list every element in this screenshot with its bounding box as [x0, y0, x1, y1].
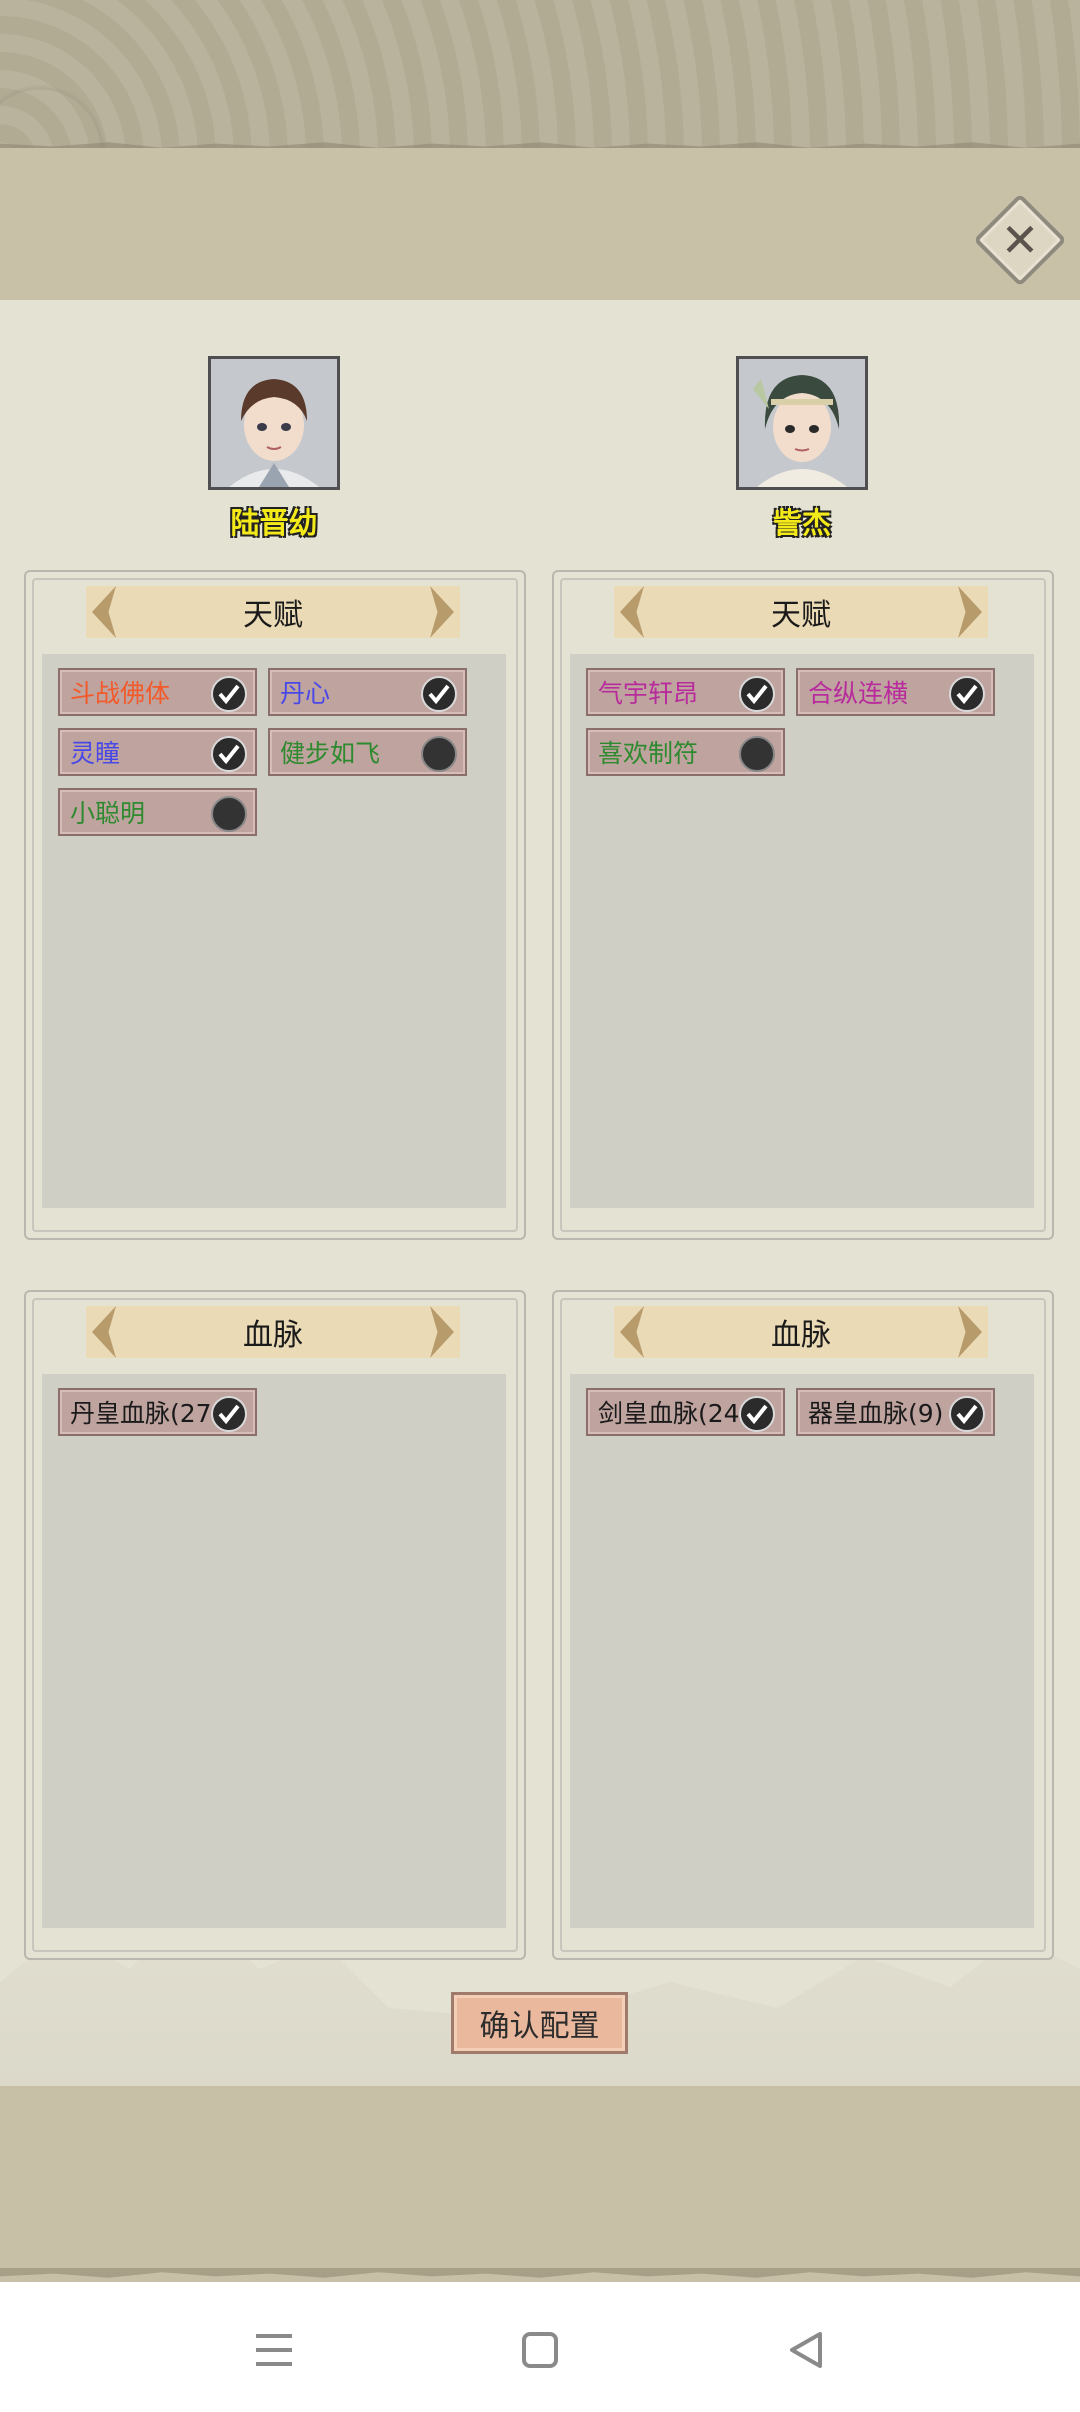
unchecked-icon[interactable]: [211, 796, 247, 832]
talent-label: 灵瞳: [70, 739, 121, 768]
character-1-face-icon: [211, 359, 337, 487]
avatar-character-1[interactable]: [208, 356, 340, 490]
check-icon[interactable]: [211, 736, 247, 772]
talent-banner: 天赋: [86, 586, 460, 638]
character-2-face-icon: [739, 359, 865, 487]
talent-banner-title: 天赋: [771, 598, 831, 633]
bloodline-label: 剑皇血脉(24: [598, 1399, 740, 1428]
arrow-right-icon[interactable]: [958, 1306, 982, 1358]
bloodline-banner: 血脉: [86, 1306, 460, 1358]
arrow-right-icon[interactable]: [958, 586, 982, 638]
talent-label: 小聪明: [70, 799, 146, 828]
bloodline-banner: 血脉: [614, 1306, 988, 1358]
talent-label: 喜欢制符: [598, 739, 699, 768]
talent-label: 健步如飞: [280, 739, 381, 768]
arrow-right-icon[interactable]: [430, 1306, 454, 1358]
talent-banner: 天赋: [614, 586, 988, 638]
talent-list: 斗战佛体 丹心 灵瞳 健步如飞 小聪明: [42, 654, 506, 1208]
talent-banner-title: 天赋: [243, 598, 303, 633]
arrow-right-icon[interactable]: [430, 586, 454, 638]
character-1-name: 陆晋幼: [230, 506, 318, 540]
talent-label: 气宇轩昂: [598, 679, 699, 708]
back-icon[interactable]: [776, 2320, 836, 2380]
bloodline-tag[interactable]: 器皇血脉(9): [796, 1388, 995, 1436]
check-icon[interactable]: [421, 676, 457, 712]
bloodline-tag[interactable]: 丹皇血脉(27: [58, 1388, 257, 1436]
talent-label: 合纵连横: [808, 679, 909, 708]
system-navbar: [0, 2282, 1080, 2412]
close-icon: ✕: [1000, 213, 1040, 267]
top-decor-band: [0, 0, 1080, 150]
talent-label: 丹心: [280, 679, 331, 708]
bloodline-list: 剑皇血脉(24 器皇血脉(9): [570, 1374, 1034, 1928]
arrow-left-icon[interactable]: [92, 1306, 116, 1358]
check-icon[interactable]: [211, 1396, 247, 1432]
home-icon[interactable]: [510, 2320, 570, 2380]
unchecked-icon[interactable]: [739, 736, 775, 772]
check-icon[interactable]: [949, 1396, 985, 1432]
check-icon[interactable]: [949, 676, 985, 712]
bloodline-list: 丹皇血脉(27: [42, 1374, 506, 1928]
bloodline-tag[interactable]: 剑皇血脉(24: [586, 1388, 785, 1436]
avatar-character-2[interactable]: [736, 356, 868, 490]
talent-tag[interactable]: 气宇轩昂: [586, 668, 785, 716]
check-icon[interactable]: [739, 1396, 775, 1432]
talent-tag[interactable]: 灵瞳: [58, 728, 257, 776]
talent-tag[interactable]: 斗战佛体: [58, 668, 257, 716]
talent-tag[interactable]: 健步如飞: [268, 728, 467, 776]
talent-label: 斗战佛体: [70, 679, 171, 708]
arrow-left-icon[interactable]: [92, 586, 116, 638]
arrow-left-icon[interactable]: [620, 586, 644, 638]
confirm-config-button[interactable]: 确认配置: [451, 1992, 628, 2054]
check-icon[interactable]: [211, 676, 247, 712]
talent-tag[interactable]: 喜欢制符: [586, 728, 785, 776]
bloodline-panel-character-1: 血脉 丹皇血脉(27: [24, 1290, 526, 1960]
bottom-panel: [0, 2086, 1080, 2282]
talent-tag[interactable]: 合纵连横: [796, 668, 995, 716]
bloodline-banner-title: 血脉: [243, 1318, 303, 1353]
talent-list: 气宇轩昂 合纵连横 喜欢制符: [570, 654, 1034, 1208]
bloodline-label: 器皇血脉(9): [808, 1399, 944, 1428]
arrow-left-icon[interactable]: [620, 1306, 644, 1358]
character-2-name: 訾杰: [772, 506, 831, 540]
bloodline-label: 丹皇血脉(27: [70, 1399, 212, 1428]
check-icon[interactable]: [739, 676, 775, 712]
header-panel: [0, 148, 1080, 300]
menu-icon[interactable]: [244, 2320, 304, 2380]
talent-tag[interactable]: 丹心: [268, 668, 467, 716]
close-button[interactable]: ✕: [973, 193, 1067, 287]
talent-panel-character-2: 天赋 气宇轩昂 合纵连横 喜欢制符: [552, 570, 1054, 1240]
unchecked-icon[interactable]: [421, 736, 457, 772]
bloodline-panel-character-2: 血脉 剑皇血脉(24 器皇血脉(9): [552, 1290, 1054, 1960]
bloodline-banner-title: 血脉: [771, 1318, 831, 1353]
talent-panel-character-1: 天赋 斗战佛体 丹心 灵瞳 健步如飞 小聪明: [24, 570, 526, 1240]
talent-tag[interactable]: 小聪明: [58, 788, 257, 836]
